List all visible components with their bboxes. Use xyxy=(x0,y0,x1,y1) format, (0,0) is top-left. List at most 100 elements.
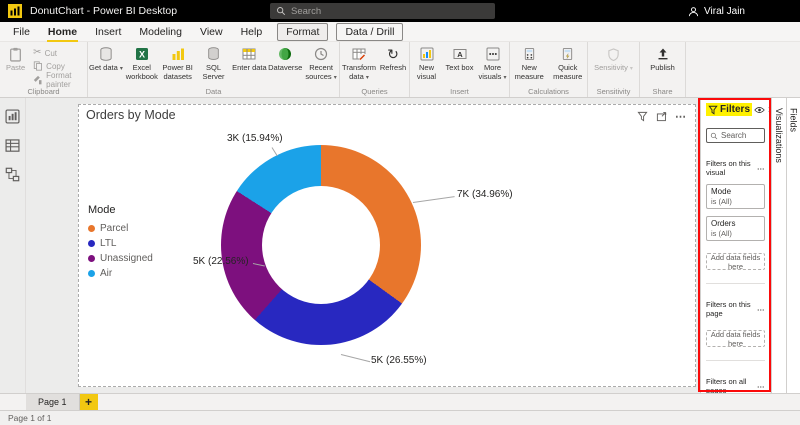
chart-legend: Mode Parcel LTL Unassigned Air xyxy=(88,204,153,281)
ribbon-group-sensitivity: Sensitivity ▾ Sensitivity xyxy=(588,42,640,97)
page-tab-page1[interactable]: Page 1 xyxy=(26,394,80,410)
global-search[interactable] xyxy=(270,3,495,19)
legend-item-unassigned[interactable]: Unassigned xyxy=(88,251,153,266)
visual-header: ⋯ xyxy=(637,110,687,123)
sensitivity-button[interactable]: Sensitivity ▾ xyxy=(590,45,638,85)
caret-down-icon: ▾ xyxy=(365,74,369,81)
ribbon-group-calculations: New measure Quick measure Calculations xyxy=(510,42,588,97)
filters-panel: Filters › Filters on this visual ⋯ xyxy=(700,98,770,393)
refresh-button[interactable]: ↻ Refresh xyxy=(378,45,408,85)
powerbi-datasets-icon xyxy=(171,46,185,62)
collapse-chevron-icon[interactable]: › xyxy=(768,104,770,115)
legend-item-air[interactable]: Air xyxy=(88,266,153,281)
filters-search[interactable] xyxy=(706,128,765,143)
tab-format[interactable]: Format xyxy=(277,22,329,41)
publish-button[interactable]: Publish xyxy=(642,45,684,85)
tab-data-drill[interactable]: Data / Drill xyxy=(336,22,404,41)
legend-dot xyxy=(88,225,95,232)
quick-measure-button[interactable]: Quick measure xyxy=(549,45,588,85)
dataverse-icon xyxy=(278,46,292,62)
text-box-icon: A xyxy=(453,46,467,62)
search-icon xyxy=(710,132,718,140)
filter-card-orders[interactable]: Orders is (All) xyxy=(706,216,765,241)
get-data-button[interactable]: Get data ▾ xyxy=(88,45,124,85)
legend-title: Mode xyxy=(88,204,116,216)
tab-file[interactable]: File xyxy=(4,23,39,41)
report-canvas[interactable]: Orders by Mode ⋯ Mode Parcel LTL Unassig… xyxy=(26,98,700,393)
calculator-icon xyxy=(523,46,536,62)
more-visuals-icon xyxy=(486,46,500,62)
excel-workbook-button[interactable]: X Excel workbook xyxy=(124,45,160,85)
caret-down-icon: ▾ xyxy=(333,74,337,81)
legend-item-ltl[interactable]: LTL xyxy=(88,236,153,251)
model-view-icon[interactable] xyxy=(5,166,21,182)
account-menu[interactable]: Viral Jain xyxy=(688,0,745,22)
text-box-button[interactable]: A Text box xyxy=(443,45,476,85)
publish-icon xyxy=(656,46,670,62)
caret-down-icon: ▾ xyxy=(503,74,507,81)
search-icon xyxy=(276,6,286,16)
global-search-input[interactable] xyxy=(291,5,471,17)
caret-down-icon: ▾ xyxy=(119,66,123,72)
filter-card-mode[interactable]: Mode is (All) xyxy=(706,184,765,209)
title-bar: DonutChart - Power BI Desktop Viral Jain xyxy=(0,0,800,22)
add-fields-dropzone-visual[interactable]: Add data fields here xyxy=(706,253,765,271)
status-bar: Page 1 of 1 xyxy=(0,410,800,425)
divider xyxy=(706,360,765,361)
ribbon-group-queries: Transform data ▾ ↻ Refresh Queries xyxy=(340,42,410,97)
transform-data-button[interactable]: Transform data ▾ xyxy=(340,45,378,85)
add-fields-dropzone-page[interactable]: Add data fields here xyxy=(706,330,765,348)
sql-server-button[interactable]: SQL Server xyxy=(196,45,232,85)
tab-view[interactable]: View xyxy=(191,23,232,41)
dataverse-button[interactable]: Dataverse xyxy=(267,45,303,85)
enter-data-button[interactable]: Enter data xyxy=(231,45,267,85)
ribbon-group-share: Publish Share xyxy=(640,42,686,97)
section-more-icon[interactable]: ⋯ xyxy=(757,305,765,314)
ribbon-spacer xyxy=(686,42,800,97)
copy-button[interactable]: Copy xyxy=(33,61,87,71)
user-name: Viral Jain xyxy=(704,5,745,17)
donut-chart-visual[interactable]: Orders by Mode ⋯ Mode Parcel LTL Unassig… xyxy=(78,104,696,387)
section-filters-on-all-pages: Filters on all pages ⋯ xyxy=(706,377,765,393)
visualizations-pane-tab[interactable]: Visualizations xyxy=(771,98,786,393)
more-visuals-button[interactable]: More visuals ▾ xyxy=(476,45,509,85)
format-painter-button[interactable]: Format painter xyxy=(33,71,87,89)
recent-sources-button[interactable]: Recent sources ▾ xyxy=(303,45,339,85)
powerbi-datasets-button[interactable]: Power BI datasets xyxy=(160,45,196,85)
more-options-icon[interactable]: ⋯ xyxy=(675,110,687,123)
label-unassigned: 5K (22.56%) xyxy=(193,256,249,267)
refresh-icon: ↻ xyxy=(387,46,399,62)
new-measure-button[interactable]: New measure xyxy=(510,45,549,85)
focus-mode-icon[interactable] xyxy=(656,111,667,122)
tab-modeling[interactable]: Modeling xyxy=(130,23,191,41)
fields-pane-tab[interactable]: Fields xyxy=(785,98,800,393)
report-view-icon[interactable] xyxy=(5,108,21,124)
section-more-icon[interactable]: ⋯ xyxy=(757,382,765,391)
table-icon xyxy=(242,46,256,62)
tab-insert[interactable]: Insert xyxy=(86,23,130,41)
filter-funnel-icon[interactable] xyxy=(637,111,648,122)
main-area: Orders by Mode ⋯ Mode Parcel LTL Unassig… xyxy=(0,98,800,393)
tab-home[interactable]: Home xyxy=(39,23,86,42)
legend-item-parcel[interactable]: Parcel xyxy=(88,221,153,236)
cut-icon: ✂ xyxy=(33,47,42,58)
tab-help[interactable]: Help xyxy=(232,23,272,41)
leader-line xyxy=(412,196,455,203)
window-title: DonutChart - Power BI Desktop xyxy=(30,5,178,17)
cut-button[interactable]: ✂ Cut xyxy=(33,48,87,58)
view-switcher xyxy=(0,98,26,393)
eye-icon[interactable] xyxy=(754,106,765,114)
data-view-icon[interactable] xyxy=(5,137,21,153)
excel-icon: X xyxy=(135,46,149,62)
paste-button[interactable]: Paste xyxy=(4,45,27,85)
section-more-icon[interactable]: ⋯ xyxy=(757,164,765,173)
donut-ring[interactable] xyxy=(221,145,421,345)
caret-down-icon: ▾ xyxy=(629,66,633,72)
new-visual-button[interactable]: New visual xyxy=(410,45,443,85)
add-page-button[interactable]: + xyxy=(79,394,98,410)
filters-funnel-icon xyxy=(708,105,718,115)
new-visual-icon xyxy=(420,46,434,62)
divider xyxy=(706,283,765,284)
ribbon-group-insert: New visual A Text box More visuals ▾ Ins… xyxy=(410,42,510,97)
filters-search-input[interactable] xyxy=(721,131,763,140)
